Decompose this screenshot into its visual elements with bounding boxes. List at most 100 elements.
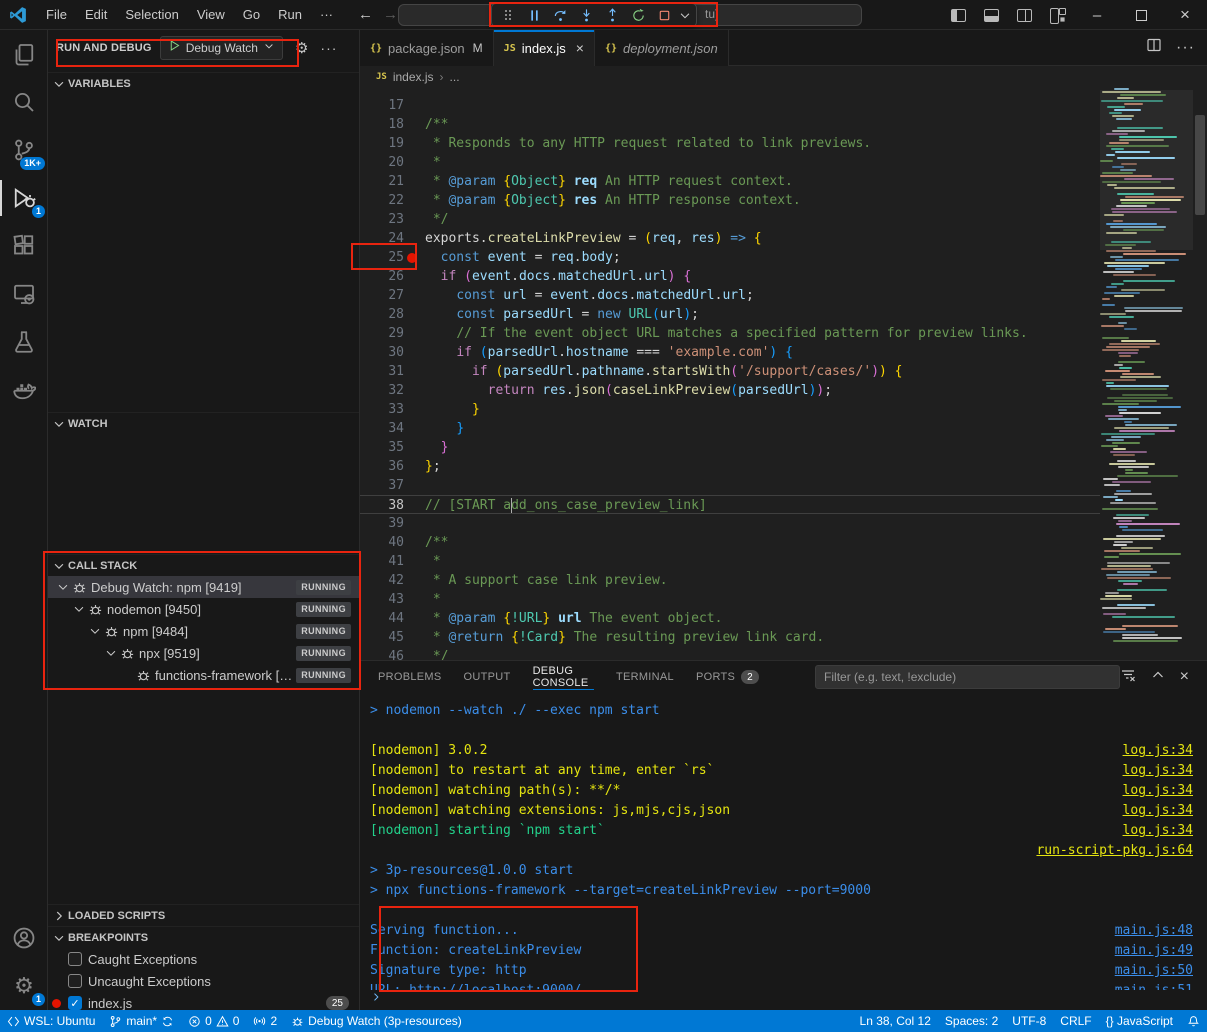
source-link[interactable]: main.js:49 [1115, 941, 1193, 961]
menu-selection[interactable]: Selection [116, 4, 187, 25]
line-number[interactable]: 23 [360, 210, 404, 229]
call-stack-row-1[interactable]: nodemon [9450]RUNNING [48, 598, 359, 620]
launch-config-dropdown[interactable]: Debug Watch [160, 36, 283, 60]
code-line-45[interactable]: 45 * @return {!Card} The resulting previ… [360, 628, 1100, 647]
breakpoint-row-0[interactable]: Caught Exceptions [48, 948, 359, 970]
code-line-41[interactable]: 41 * [360, 552, 1100, 571]
code-line-28[interactable]: 28 const parsedUrl = new URL(url); [360, 305, 1100, 324]
breakpoint-checkbox[interactable] [68, 952, 82, 966]
back-arrow-icon[interactable]: ← [358, 6, 373, 23]
code-line-36[interactable]: 36}; [360, 457, 1100, 476]
code-line-22[interactable]: 22 * @param {Object} res An HTTP respons… [360, 191, 1100, 210]
source-link[interactable]: log.js:34 [1123, 821, 1193, 841]
toggle-secondary-sidebar-icon[interactable] [1017, 9, 1032, 22]
code-line-43[interactable]: 43 * [360, 590, 1100, 609]
code-line-33[interactable]: 33 } [360, 400, 1100, 419]
maximize-button[interactable] [1119, 0, 1163, 30]
step-into-icon[interactable] [574, 5, 598, 25]
step-over-icon[interactable] [548, 5, 572, 25]
code-line-42[interactable]: 42 * A support case link preview. [360, 571, 1100, 590]
line-number[interactable]: 44 [360, 609, 404, 628]
menu-run[interactable]: Run [269, 4, 311, 25]
code-line-30[interactable]: 30 if (parsedUrl.hostname === 'example.c… [360, 343, 1100, 362]
tab-deployment.json[interactable]: {}deployment.json [595, 30, 729, 66]
line-number[interactable]: 26 [360, 267, 404, 286]
breadcrumb-file[interactable]: index.js [393, 70, 434, 84]
source-link[interactable]: log.js:34 [1123, 781, 1193, 801]
close-tab-icon[interactable]: × [576, 40, 584, 56]
breakpoint-dot-icon[interactable] [407, 253, 417, 263]
line-number[interactable]: 41 [360, 552, 404, 571]
debug-status[interactable]: Debug Watch (3p-resources) [284, 1010, 469, 1032]
line-number[interactable]: 32 [360, 381, 404, 400]
close-panel-icon[interactable]: × [1180, 668, 1189, 686]
breadcrumb[interactable]: JS index.js › ... [360, 66, 1207, 88]
eol[interactable]: CRLF [1053, 1010, 1098, 1032]
clear-console-icon[interactable] [1120, 667, 1136, 688]
line-number[interactable]: 43 [360, 590, 404, 609]
start-debug-icon[interactable] [168, 39, 181, 57]
pause-icon[interactable] [522, 5, 546, 25]
code-line-46[interactable]: 46 */ [360, 647, 1100, 660]
code-line-39[interactable]: 39 [360, 514, 1100, 533]
step-out-icon[interactable] [600, 5, 624, 25]
source-control-icon[interactable]: 1K+ [0, 126, 48, 174]
source-link[interactable]: main.js:51 [1115, 981, 1193, 990]
line-number[interactable]: 19 [360, 134, 404, 153]
testing-icon[interactable] [0, 318, 48, 366]
maximize-panel-chevron-icon[interactable] [1150, 667, 1166, 688]
console-filter[interactable] [815, 665, 1120, 689]
line-number[interactable]: 31 [360, 362, 404, 381]
line-number[interactable]: 28 [360, 305, 404, 324]
session-chevron-icon[interactable] [678, 5, 692, 25]
minimap[interactable] [1100, 88, 1193, 660]
line-number[interactable]: 29 [360, 324, 404, 343]
breadcrumb-tail[interactable]: ... [450, 70, 460, 84]
minimize-button[interactable]: – [1075, 0, 1119, 30]
line-number[interactable]: 37 [360, 476, 404, 495]
line-number[interactable]: 34 [360, 419, 404, 438]
tab-package.json[interactable]: {}package.jsonM [360, 30, 494, 66]
line-number[interactable]: 36 [360, 457, 404, 476]
line-number[interactable]: 18 [360, 115, 404, 134]
line-number[interactable]: 22 [360, 191, 404, 210]
watch-section-header[interactable]: WATCH [48, 412, 359, 434]
forward-arrow-icon[interactable]: → [383, 6, 398, 23]
source-link[interactable]: log.js:34 [1123, 741, 1193, 761]
code-line-31[interactable]: 31 if (parsedUrl.pathname.startsWith('/s… [360, 362, 1100, 381]
code-line-23[interactable]: 23 */ [360, 210, 1100, 229]
notifications-bell[interactable] [1180, 1010, 1207, 1032]
toggle-sidebar-icon[interactable] [951, 9, 966, 22]
line-number[interactable]: 38 [360, 496, 404, 513]
language-mode[interactable]: {} JavaScript [1099, 1010, 1180, 1032]
menu-[interactable]: ··· [311, 4, 342, 25]
explorer-icon[interactable] [0, 30, 48, 78]
panel-tab-terminal[interactable]: TERMINAL [616, 661, 674, 693]
split-editor-icon[interactable] [1146, 37, 1162, 58]
code-line-17[interactable]: 17 [360, 96, 1100, 115]
line-number[interactable]: 35 [360, 438, 404, 457]
stop-icon[interactable] [652, 5, 676, 25]
indentation[interactable]: Spaces: 2 [938, 1010, 1005, 1032]
source-link[interactable]: main.js:50 [1115, 961, 1193, 981]
code-line-29[interactable]: 29 // If the event object URL matches a … [360, 324, 1100, 343]
extensions-icon[interactable] [0, 222, 48, 270]
breakpoint-row-1[interactable]: Uncaught Exceptions [48, 970, 359, 992]
code-line-18[interactable]: 18/** [360, 115, 1100, 134]
remote-explorer-icon[interactable] [0, 270, 48, 318]
line-number[interactable]: 21 [360, 172, 404, 191]
call-stack-row-0[interactable]: Debug Watch: npm [9419]RUNNING [48, 576, 359, 598]
breakpoints-section-header[interactable]: BREAKPOINTS [48, 926, 359, 948]
code-line-44[interactable]: 44 * @param {!URL} url The event object. [360, 609, 1100, 628]
line-number[interactable]: 25 [360, 248, 404, 267]
code-line-27[interactable]: 27 const url = event.docs.matchedUrl.url… [360, 286, 1100, 305]
line-number[interactable]: 39 [360, 514, 404, 533]
line-number[interactable]: 17 [360, 96, 404, 115]
panel-tab-output[interactable]: OUTPUT [464, 661, 511, 693]
line-number[interactable]: 40 [360, 533, 404, 552]
run-and-debug-icon[interactable]: 1 [0, 174, 48, 222]
search-icon[interactable] [0, 78, 48, 126]
code-line-25[interactable]: 25 const event = req.body; [360, 248, 1100, 267]
call-stack-row-4[interactable]: functions-framework [954...RUNNING [48, 664, 359, 686]
code-line-37[interactable]: 37 [360, 476, 1100, 495]
